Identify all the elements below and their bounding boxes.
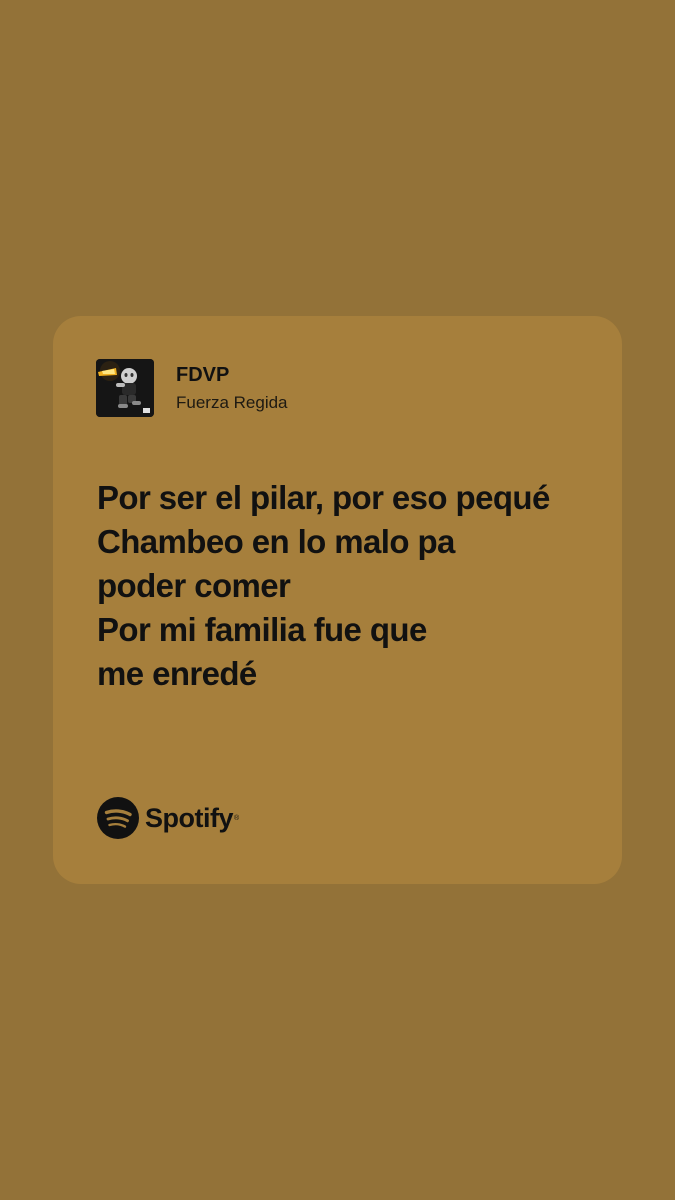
lyrics-card: FDVP Fuerza Regida Por ser el pilar, por… [53, 316, 622, 884]
lyric-line: Por ser el pilar, por eso pequé [97, 479, 550, 516]
lyric-line: Chambeo en lo malo pa [97, 523, 455, 560]
track-artist: Fuerza Regida [176, 393, 288, 412]
spotify-wordmark: Spotify [145, 803, 234, 833]
lyrics-block: Por ser el pilar, por eso pequé Chambeo … [97, 476, 587, 696]
track-meta: FDVP Fuerza Regida [176, 363, 288, 413]
album-cover-art-icon [96, 359, 154, 417]
track-header: FDVP Fuerza Regida [96, 359, 288, 417]
track-title: FDVP [176, 364, 230, 386]
album-cover-image [96, 359, 154, 417]
lyric-line: me enredé [97, 655, 257, 692]
spotify-logo-icon [97, 797, 139, 839]
lyric-line: poder comer [97, 567, 291, 604]
lyric-line: Por mi familia fue que [97, 611, 427, 648]
spotify-brand: Spotify ® [97, 797, 239, 839]
registered-mark: ® [234, 815, 240, 822]
